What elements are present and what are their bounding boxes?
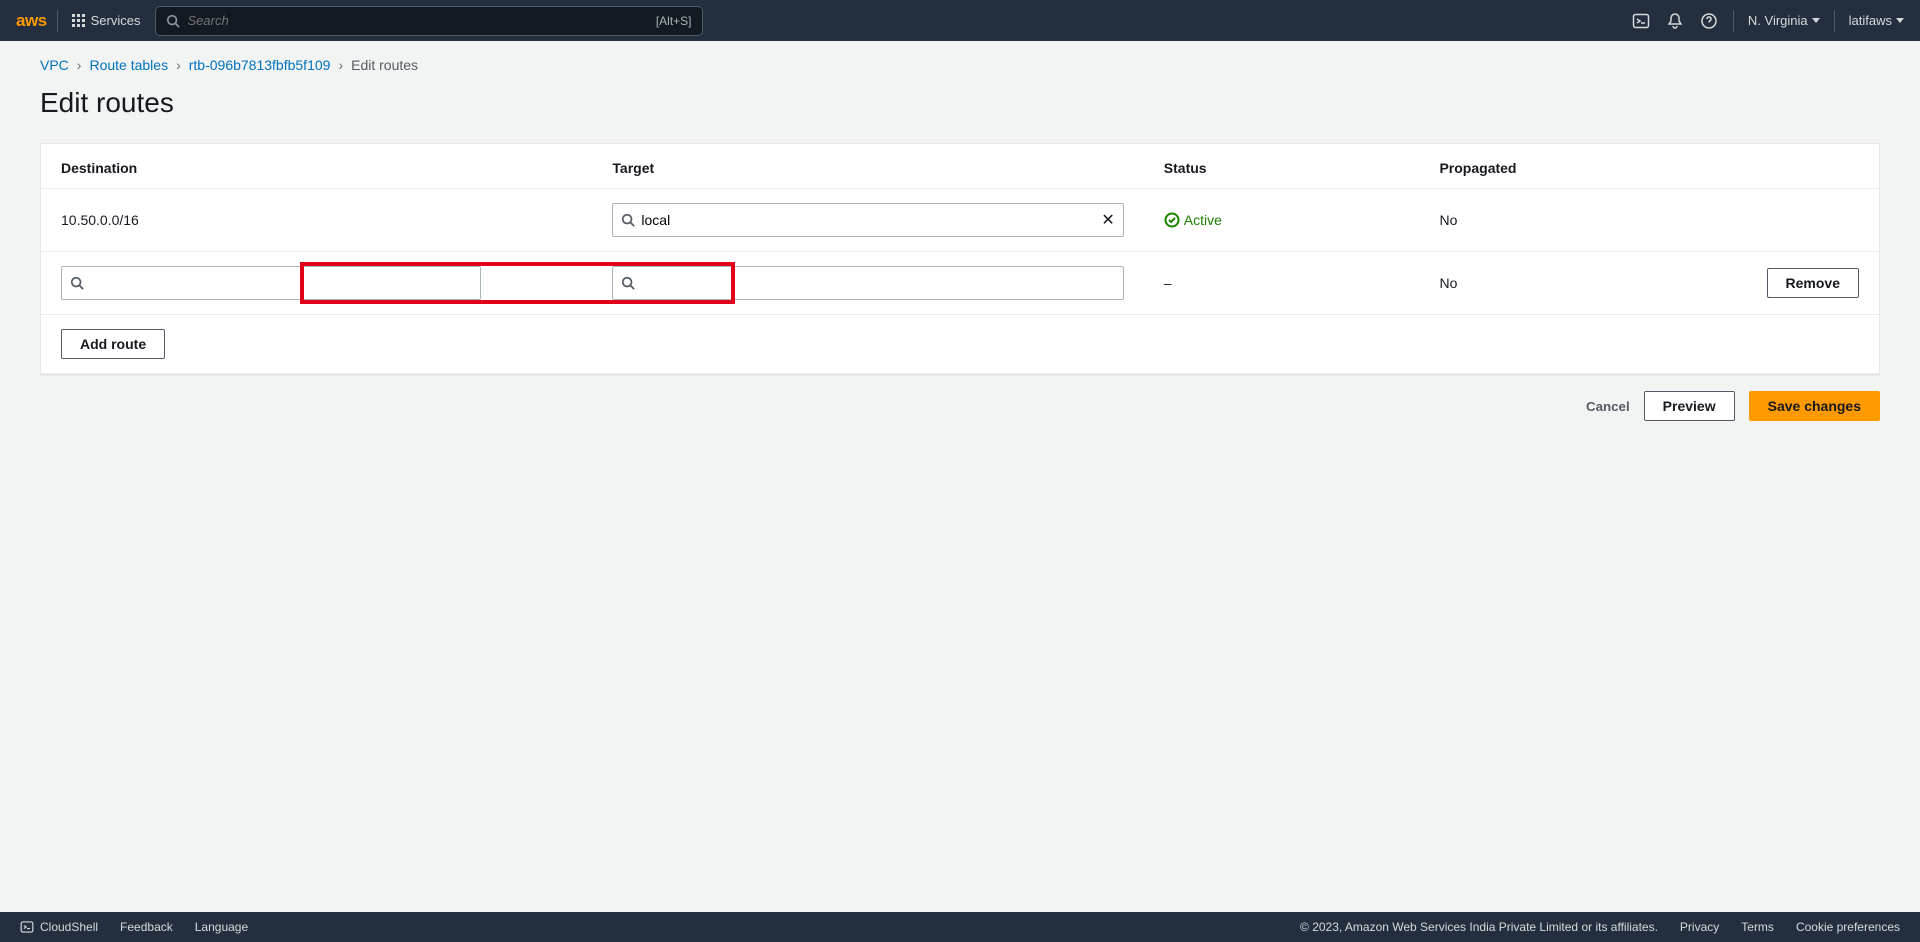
help-icon[interactable] bbox=[1699, 11, 1719, 31]
search-shortcut-hint: [Alt+S] bbox=[656, 14, 692, 28]
cloudshell-icon bbox=[20, 920, 34, 934]
search-icon bbox=[621, 213, 635, 227]
footer-copyright: © 2023, Amazon Web Services India Privat… bbox=[1300, 920, 1658, 934]
breadcrumb-route-table-id[interactable]: rtb-096b7813fbfb5f109 bbox=[189, 57, 331, 73]
target-field[interactable] bbox=[612, 266, 1123, 300]
global-search-input[interactable] bbox=[188, 13, 648, 28]
services-label: Services bbox=[91, 13, 141, 28]
global-search[interactable]: [Alt+S] bbox=[155, 6, 703, 36]
aws-logo[interactable]: aws bbox=[16, 10, 58, 32]
actions-bar: Cancel Preview Save changes bbox=[40, 375, 1880, 421]
chevron-right-icon: › bbox=[176, 57, 181, 73]
search-icon bbox=[70, 276, 84, 290]
services-button[interactable]: Services bbox=[72, 13, 141, 28]
destination-input[interactable] bbox=[90, 275, 472, 291]
route-row: 10.50.0.0/16 ✕ Active bbox=[41, 189, 1879, 252]
cancel-button[interactable]: Cancel bbox=[1586, 399, 1630, 414]
destination-cell: 10.50.0.0/16 bbox=[41, 189, 592, 252]
th-target: Target bbox=[592, 144, 1143, 189]
services-grid-icon bbox=[72, 14, 85, 27]
footer-privacy[interactable]: Privacy bbox=[1680, 920, 1719, 934]
breadcrumb-route-tables[interactable]: Route tables bbox=[89, 57, 168, 73]
th-status: Status bbox=[1144, 144, 1420, 189]
footer: CloudShell Feedback Language © 2023, Ama… bbox=[0, 912, 1920, 942]
target-input[interactable] bbox=[641, 275, 1114, 291]
routes-panel: Destination Target Status Propagated 10.… bbox=[40, 143, 1880, 375]
propagated-cell: No bbox=[1419, 252, 1640, 315]
chevron-down-icon bbox=[1896, 18, 1904, 23]
save-changes-button[interactable]: Save changes bbox=[1749, 391, 1880, 421]
page-body: VPC › Route tables › rtb-096b7813fbfb5f1… bbox=[0, 41, 1920, 912]
chevron-down-icon bbox=[1812, 18, 1820, 23]
top-nav: aws Services [Alt+S] N. Virginia latifaw… bbox=[0, 0, 1920, 41]
footer-cookies[interactable]: Cookie preferences bbox=[1796, 920, 1900, 934]
remove-route-button[interactable]: Remove bbox=[1767, 268, 1859, 298]
region-selector[interactable]: N. Virginia bbox=[1748, 13, 1820, 28]
chevron-right-icon: › bbox=[77, 57, 82, 73]
th-propagated: Propagated bbox=[1419, 144, 1640, 189]
footer-language[interactable]: Language bbox=[195, 920, 248, 934]
search-icon bbox=[621, 276, 635, 290]
page-title: Edit routes bbox=[40, 87, 1880, 119]
routes-table: Destination Target Status Propagated 10.… bbox=[41, 144, 1879, 374]
notifications-icon[interactable] bbox=[1665, 11, 1685, 31]
account-label: latifaws bbox=[1849, 13, 1892, 28]
preview-button[interactable]: Preview bbox=[1644, 391, 1735, 421]
th-destination: Destination bbox=[41, 144, 592, 189]
target-input[interactable] bbox=[641, 212, 1095, 228]
account-menu[interactable]: latifaws bbox=[1849, 13, 1904, 28]
breadcrumb-vpc[interactable]: VPC bbox=[40, 57, 69, 73]
footer-feedback[interactable]: Feedback bbox=[120, 920, 173, 934]
breadcrumb: VPC › Route tables › rtb-096b7813fbfb5f1… bbox=[40, 57, 1880, 73]
propagated-cell: No bbox=[1419, 189, 1640, 252]
destination-field[interactable] bbox=[61, 266, 481, 300]
breadcrumb-current: Edit routes bbox=[351, 57, 418, 73]
clear-icon[interactable]: ✕ bbox=[1101, 210, 1114, 230]
chevron-right-icon: › bbox=[338, 57, 343, 73]
status-badge: Active bbox=[1164, 212, 1400, 228]
cloudshell-icon[interactable] bbox=[1631, 11, 1651, 31]
check-circle-icon bbox=[1164, 212, 1180, 228]
footer-cloudshell[interactable]: CloudShell bbox=[20, 920, 98, 934]
add-route-button[interactable]: Add route bbox=[61, 329, 165, 359]
search-icon bbox=[166, 14, 180, 28]
target-field[interactable]: ✕ bbox=[612, 203, 1123, 237]
status-cell: – bbox=[1144, 252, 1420, 315]
region-label: N. Virginia bbox=[1748, 13, 1808, 28]
footer-terms[interactable]: Terms bbox=[1741, 920, 1774, 934]
route-row: – No Remove bbox=[41, 252, 1879, 315]
